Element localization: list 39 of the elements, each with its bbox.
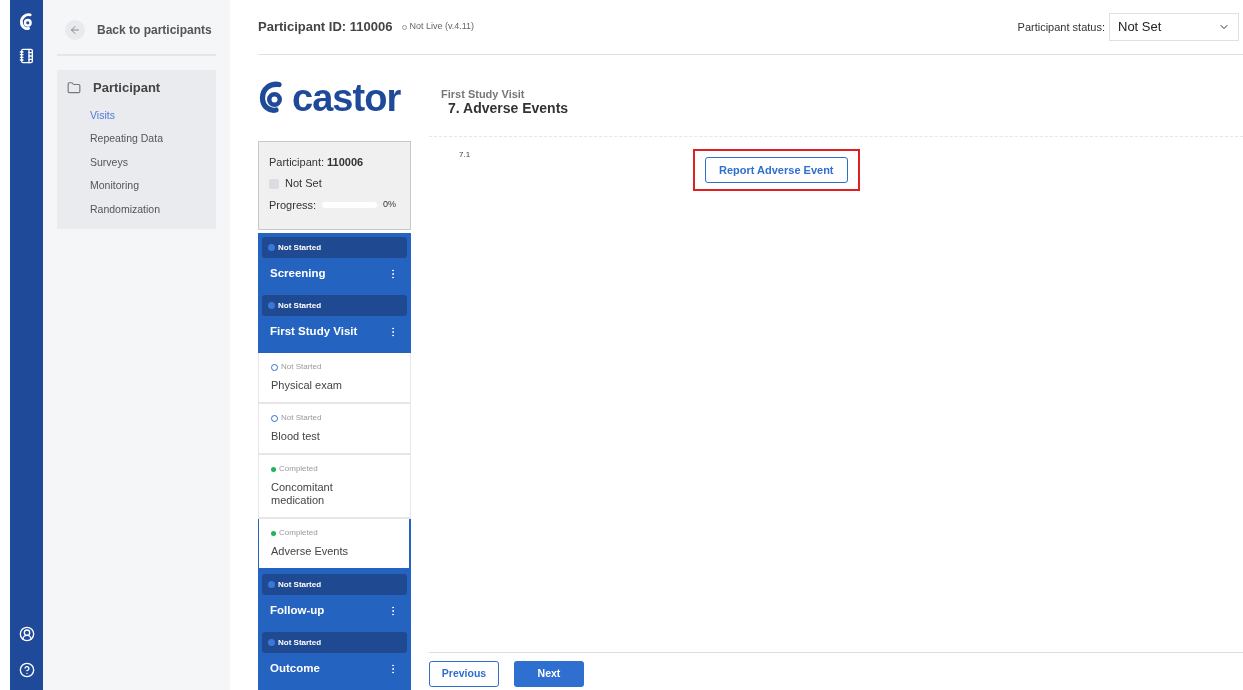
visit-status-bar: Not Started <box>262 295 407 316</box>
visit-status-bar: Not Started <box>262 632 407 653</box>
nav-item[interactable]: Repeating Data <box>57 127 216 151</box>
visit-item[interactable]: Screening <box>258 258 411 295</box>
step-item[interactable]: Not Started Physical exam <box>258 353 411 404</box>
field-number: 7.1 <box>459 149 472 161</box>
version-label: Not Live (v.4.11) <box>409 20 475 34</box>
user-icon[interactable] <box>18 626 35 642</box>
nav-item[interactable]: Surveys <box>57 150 216 174</box>
next-button[interactable]: Next <box>514 661 584 687</box>
castor-logo-icon <box>18 12 35 32</box>
visit-status-bar: Not Started <box>262 574 407 595</box>
visit-item[interactable]: Follow-up <box>258 595 411 632</box>
section-title: Participant <box>93 79 161 97</box>
nav-item[interactable]: Monitoring <box>57 174 216 198</box>
step-item[interactable]: Not Started Blood test <box>258 404 411 455</box>
back-link[interactable]: Back to participants <box>97 21 212 39</box>
report-adverse-event-button[interactable]: Report Adverse Event <box>705 157 848 184</box>
progress-label: Progress: <box>269 197 317 213</box>
nav-item[interactable]: Randomization <box>57 197 216 221</box>
visit-status-bar: Not Started <box>262 237 407 258</box>
folder-icon <box>67 80 81 95</box>
step-item[interactable]: Completed Adverse Events <box>258 519 411 570</box>
status-label: Participant status: <box>1017 19 1105 35</box>
visit-item[interactable]: First Study Visit <box>258 316 411 353</box>
notebook-icon[interactable] <box>18 48 35 64</box>
participant-label: Participant: 110006 <box>269 154 365 170</box>
castor-wordmark: castor <box>292 78 401 117</box>
step-item[interactable]: Completed Concomitant medication <box>258 455 411 519</box>
participant-id: Participant ID: 110006 <box>258 18 393 37</box>
form-title: 7. Adverse Events <box>448 100 570 116</box>
nav-item[interactable]: Visits <box>57 103 216 127</box>
participant-status: Not Set <box>285 176 322 192</box>
help-icon[interactable] <box>18 662 35 678</box>
progress-reading: 0% <box>383 198 397 212</box>
status-select[interactable]: Not Set <box>1109 13 1239 41</box>
visit-item[interactable]: Outcome <box>258 653 411 690</box>
visit-title: First Study Visit <box>441 89 526 100</box>
previous-button[interactable]: Previous <box>429 661 499 687</box>
